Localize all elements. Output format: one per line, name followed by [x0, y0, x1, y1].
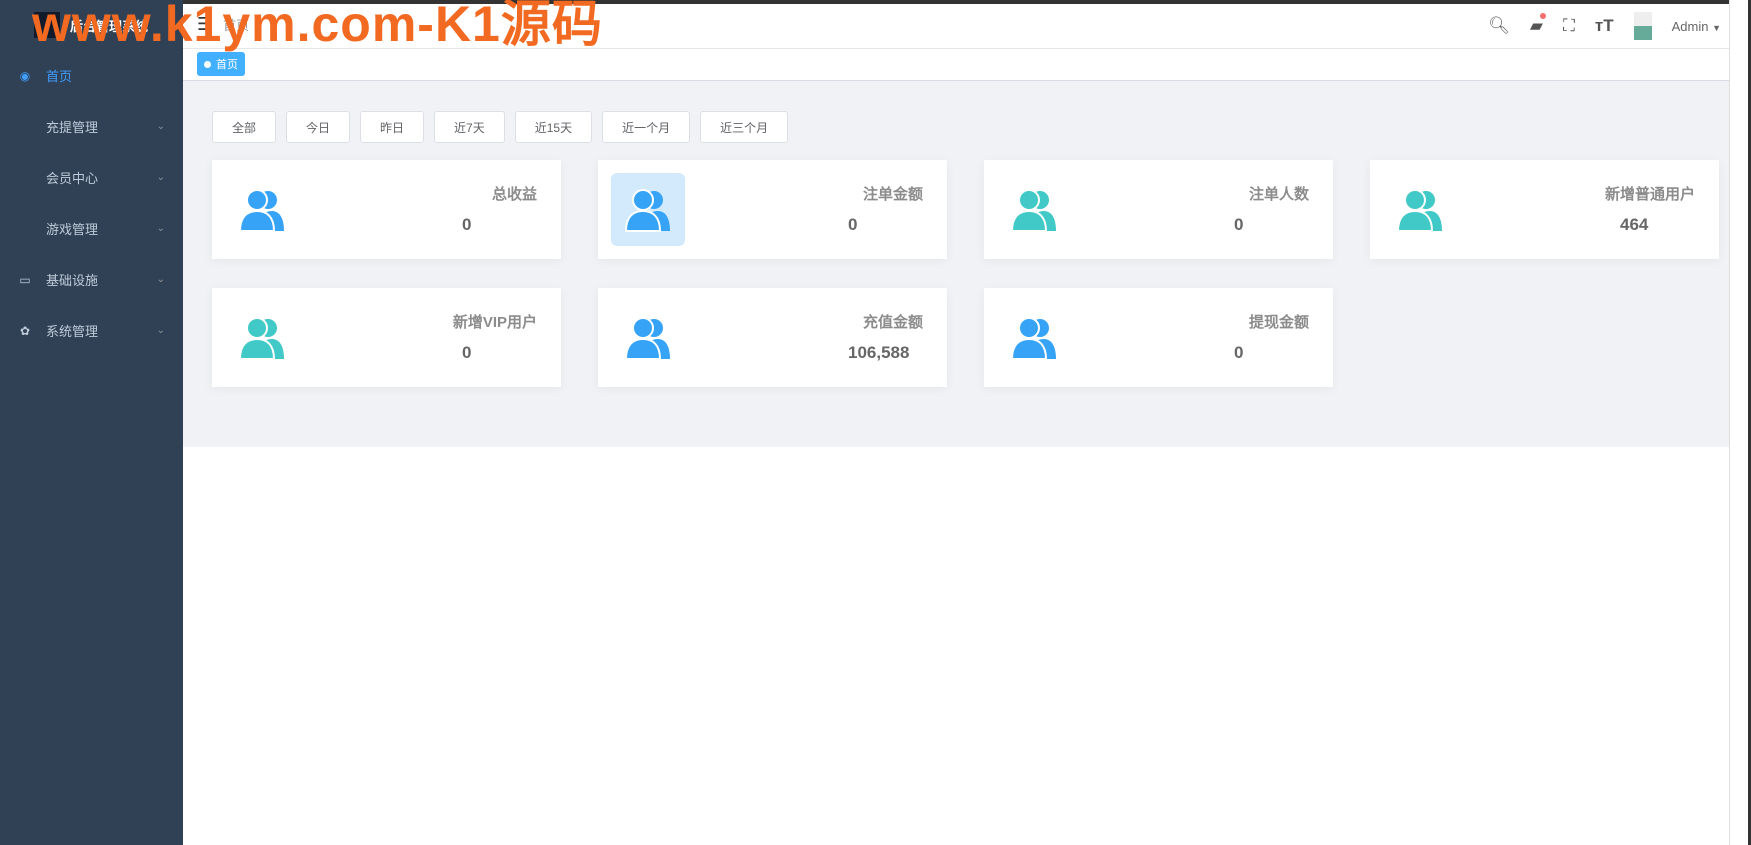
message-icon[interactable]: ▰ — [1530, 13, 1547, 36]
tags-view: 首页 — [183, 49, 1751, 81]
stat-label: 提现金额 — [1248, 314, 1309, 331]
stat-card: 新增VIP用户 0 — [212, 288, 561, 387]
dashboard-content: 全部 今日 昨日 近7天 近15天 近一个月 近三个月 总收益 0 注单金额 0 注单人数 … — [183, 81, 1751, 447]
icon-box[interactable] — [1383, 173, 1457, 246]
filter-button[interactable]: 全部 — [212, 111, 277, 143]
chevron-down-icon: ⌄ — [156, 172, 165, 183]
stat-card: 总收益 0 — [212, 160, 561, 259]
sidebar-item-label: 会员中心 — [46, 171, 99, 186]
tag-home[interactable]: 首页 — [197, 52, 245, 76]
hamburger-icon[interactable]: ☰ — [197, 14, 213, 35]
date-filter-group: 全部 今日 昨日 近7天 近15天 近一个月 近三个月 — [212, 111, 1722, 143]
filter-button[interactable]: 昨日 — [360, 111, 425, 143]
sidebar-item-1[interactable]: 充提管理 ⌄ — [0, 101, 183, 152]
sidebar: 后台管理系统 ◉ 首页充提管理 ⌄ 会员中心 ⌄ 游戏管理 ⌄ ▭ 基础设施 ⌄ ✿ 系统管理 ⌄ — [0, 0, 183, 845]
icon-box[interactable] — [225, 173, 299, 246]
sidebar-item-2[interactable]: 会员中心 ⌄ — [0, 152, 183, 203]
stat-card: 新增普通用户 464 — [1370, 160, 1719, 259]
breadcrumb[interactable]: 首页 — [223, 15, 249, 34]
sidebar-item-label: 基础设施 — [46, 273, 99, 288]
sidebar-item-label: 首页 — [46, 69, 73, 84]
icon-box[interactable] — [611, 301, 685, 374]
icon-box[interactable] — [997, 301, 1071, 374]
stat-card: 充值金额 106,588 — [598, 288, 947, 387]
stat-cards: 总收益 0 注单金额 0 注单人数 0 新增普通用户 464 新增VIP用户 0… — [212, 160, 1722, 387]
people-icon — [238, 316, 284, 360]
monitor-icon: ▭ — [19, 272, 31, 287]
sidebar-item-label: 系统管理 — [46, 324, 99, 339]
chevron-down-icon: ⌄ — [156, 121, 165, 132]
username: Admin — [1671, 18, 1709, 34]
icon-box[interactable] — [611, 173, 685, 246]
search-icon[interactable]: 🔍︎ — [1488, 16, 1510, 36]
stat-label: 注单金额 — [862, 186, 923, 203]
scrollbar[interactable] — [1729, 0, 1751, 845]
sidebar-item-5[interactable]: ✿ 系统管理 ⌄ — [0, 305, 183, 356]
stat-label: 充值金额 — [862, 314, 923, 331]
people-icon — [624, 316, 670, 360]
logo-image — [34, 12, 60, 38]
fullscreen-icon[interactable]: ⛶ — [1563, 16, 1575, 36]
filter-button[interactable]: 近7天 — [434, 111, 505, 143]
filter-button[interactable]: 近15天 — [514, 111, 593, 143]
icon-box[interactable] — [997, 173, 1071, 246]
caret-down-icon: ▼ — [1712, 22, 1721, 33]
sidebar-item-0[interactable]: ◉ 首页 — [0, 50, 183, 101]
user-menu[interactable]: Admin ▼ — [1672, 19, 1721, 34]
filter-button[interactable]: 今日 — [286, 111, 351, 143]
icon-box[interactable] — [225, 301, 299, 374]
stat-card: 提现金额 0 — [984, 288, 1333, 387]
stat-card: 注单金额 0 — [598, 160, 947, 259]
sidebar-item-4[interactable]: ▭ 基础设施 ⌄ — [0, 254, 183, 305]
stat-label: 新增VIP用户 — [452, 314, 537, 331]
sidebar-item-label: 游戏管理 — [46, 222, 99, 237]
stat-label: 总收益 — [491, 186, 537, 203]
main-area: ☰ 首页 🔍︎ ▰ ⛶ тT Admin ▼ 首页 全部 今日 昨日 近7天 近15天近… — [183, 0, 1751, 845]
logo-text: 后台管理系统 — [70, 18, 149, 34]
sidebar-item-3[interactable]: 游戏管理 ⌄ — [0, 203, 183, 254]
filter-button[interactable]: 近三个月 — [700, 111, 789, 143]
gear-icon: ✿ — [19, 323, 31, 338]
navbar: ☰ 首页 🔍︎ ▰ ⛶ тT Admin ▼ — [183, 0, 1751, 49]
filter-button[interactable]: 近一个月 — [602, 111, 691, 143]
people-icon — [1010, 188, 1056, 232]
font-size-icon[interactable]: тT — [1595, 16, 1614, 36]
logo[interactable]: 后台管理系统 — [0, 0, 183, 50]
people-icon — [238, 188, 284, 232]
chevron-down-icon: ⌄ — [156, 223, 165, 234]
dashboard-icon: ◉ — [19, 68, 31, 83]
sidebar-item-label: 充提管理 — [46, 120, 99, 135]
avatar[interactable] — [1633, 12, 1652, 40]
people-icon — [1010, 316, 1056, 360]
people-icon — [624, 188, 670, 232]
chevron-down-icon: ⌄ — [156, 274, 165, 285]
stat-card: 注单人数 0 — [984, 160, 1333, 259]
people-icon — [1396, 188, 1442, 232]
stat-label: 注单人数 — [1248, 186, 1309, 203]
stat-label: 新增普通用户 — [1604, 186, 1695, 203]
chevron-down-icon: ⌄ — [156, 325, 165, 336]
